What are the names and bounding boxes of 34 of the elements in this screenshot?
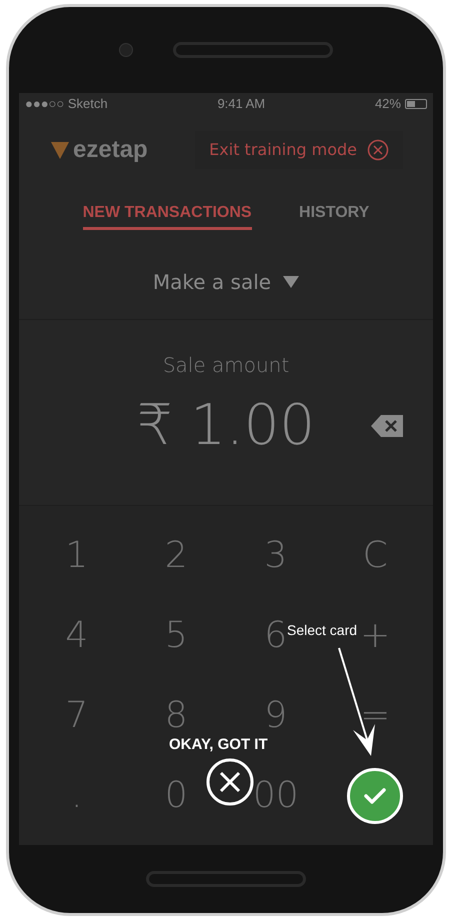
keypad-key[interactable]: 2: [162, 537, 190, 575]
keypad-key[interactable]: 4: [63, 617, 90, 655]
tab[interactable]: NEW TRANSACTIONS: [82, 200, 252, 230]
amount-label: Sale amount: [162, 352, 290, 379]
keypad-key[interactable]: 00: [250, 777, 301, 815]
battery-percent: 42%: [374, 95, 401, 114]
keypad-key[interactable]: 8: [162, 697, 190, 735]
carrier-text: ●●●○○ Sketch: [25, 95, 108, 114]
keypad-key[interactable]: =: [358, 697, 392, 735]
keypad-key[interactable]: 0: [162, 777, 190, 815]
keypad-key[interactable]: 5: [162, 617, 190, 655]
backspace-icon[interactable]: [371, 415, 403, 437]
keypad-key[interactable]: 9: [262, 697, 290, 735]
battery-icon: [404, 99, 427, 109]
camera-icon: [119, 43, 133, 57]
tab[interactable]: HISTORY: [299, 200, 370, 230]
keypad-key[interactable]: 7: [63, 697, 90, 735]
hint-text: Select card: [287, 621, 358, 640]
dismiss-label: OKAY, GOT IT: [169, 735, 268, 755]
keypad-key[interactable]: +: [358, 617, 392, 655]
keypad-key[interactable]: 1: [63, 537, 90, 575]
keypad-key[interactable]: C: [360, 537, 390, 575]
amount-value: ₹ 1.00: [136, 392, 316, 460]
keypad-key[interactable]: 3: [262, 537, 290, 575]
logo-icon: [49, 139, 71, 161]
clock-text: 9:41 AM: [217, 95, 266, 114]
caret-icon: [283, 276, 300, 288]
checkmark-icon: [364, 787, 386, 805]
keypad-key[interactable]: .: [69, 777, 84, 815]
close-icon: [206, 758, 254, 806]
mode-dropdown[interactable]: Make a sale: [152, 267, 300, 297]
dismiss-button[interactable]: [206, 758, 254, 806]
logo-text: ezetap: [73, 135, 148, 165]
close-icon: [367, 139, 389, 161]
